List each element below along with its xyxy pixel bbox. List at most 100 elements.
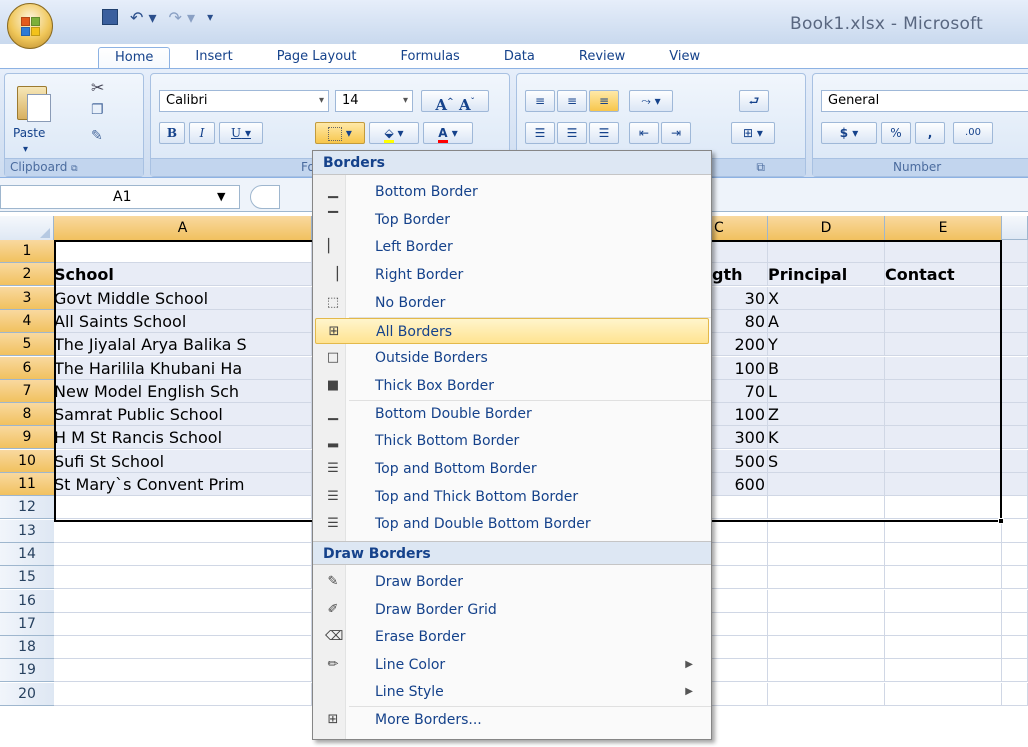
cell-f3[interactable] — [1002, 286, 1028, 310]
menu-item-draw-border[interactable]: ✎ Draw Border — [315, 569, 709, 595]
cell-f4[interactable] — [1002, 309, 1028, 333]
align-center-icon[interactable]: ☰ — [557, 122, 587, 144]
row-header-11[interactable]: 11 — [0, 473, 54, 496]
cell-a4[interactable]: All Saints School — [54, 309, 312, 333]
cell-f6[interactable] — [1002, 356, 1028, 380]
tab-view[interactable]: View — [658, 47, 711, 69]
row-header-7[interactable]: 7 — [0, 379, 54, 403]
row-header-8[interactable]: 8 — [0, 403, 54, 427]
cell-f11[interactable] — [1002, 473, 1028, 496]
menu-item-top-and-thick-bottom-border[interactable]: ☰ Top and Thick Bottom Border — [315, 484, 709, 510]
cell-e3[interactable] — [885, 286, 1002, 310]
cell-a20[interactable] — [54, 682, 312, 706]
cell-c14[interactable] — [712, 542, 768, 566]
name-box-dropdown-icon[interactable]: ▼ — [217, 186, 225, 208]
cell-f10[interactable] — [1002, 449, 1028, 473]
cell-c20[interactable] — [712, 682, 768, 706]
cell-a5[interactable]: The Jiyalal Arya Balika S — [54, 333, 312, 357]
menu-item-top-border[interactable]: ▔ Top Border — [315, 207, 709, 233]
cell-e2[interactable]: Contact — [885, 263, 1002, 287]
percent-button[interactable]: % — [881, 122, 911, 144]
cell-d2[interactable]: Principal — [768, 263, 885, 287]
font-size-field[interactable]: 14 ▾ — [335, 90, 413, 112]
name-box[interactable]: A1 ▼ — [0, 185, 240, 209]
column-header-a[interactable]: A — [54, 216, 312, 240]
cell-a7[interactable]: New Model English Sch — [54, 379, 312, 403]
menu-item-outside-borders[interactable]: □ Outside Borders — [315, 345, 709, 371]
cell-d17[interactable] — [768, 612, 885, 636]
cell-c1[interactable] — [712, 240, 768, 263]
cell-c11[interactable]: 600 — [712, 473, 768, 496]
menu-item-left-border[interactable]: ▏ Left Border — [315, 234, 709, 260]
cell-c18[interactable] — [712, 636, 768, 660]
cell-d20[interactable] — [768, 682, 885, 706]
cell-d14[interactable] — [768, 542, 885, 566]
wrap-text-icon[interactable]: ⮐ — [739, 90, 769, 112]
cell-c3[interactable]: 30 — [712, 286, 768, 310]
borders-button[interactable]: ▾ — [315, 122, 365, 144]
customize-qat-icon[interactable]: ▾ — [207, 10, 213, 24]
cell-e10[interactable] — [885, 449, 1002, 473]
align-bottom-icon[interactable]: ≡ — [589, 90, 619, 112]
cell-c16[interactable] — [712, 589, 768, 613]
decrease-indent-icon[interactable]: ⇤ — [629, 122, 659, 144]
currency-button[interactable]: $ ▾ — [821, 122, 877, 144]
row-header-10[interactable]: 10 — [0, 449, 54, 473]
dialog-launcher-icon[interactable]: ⧉ — [71, 164, 77, 174]
menu-item-top-and-double-bottom-border[interactable]: ☰ Top and Double Bottom Border — [315, 511, 709, 537]
align-left-icon[interactable]: ☰ — [525, 122, 555, 144]
row-header-4[interactable]: 4 — [0, 309, 54, 333]
cell-e16[interactable] — [885, 589, 1002, 613]
cell-d13[interactable] — [768, 519, 885, 543]
undo-icon[interactable]: ↶ ▾ — [130, 8, 157, 27]
row-header-5[interactable]: 5 — [0, 333, 54, 357]
cell-c17[interactable] — [712, 612, 768, 636]
cell-f17[interactable] — [1002, 612, 1028, 636]
orientation-icon[interactable]: ⤳ ▾ — [629, 90, 673, 112]
cell-d6[interactable]: B — [768, 356, 885, 380]
menu-item-right-border[interactable]: ▕ Right Border — [315, 262, 709, 288]
cell-e13[interactable] — [885, 519, 1002, 543]
cell-e6[interactable] — [885, 356, 1002, 380]
cell-d3[interactable]: X — [768, 286, 885, 310]
cell-a12[interactable] — [54, 496, 312, 520]
tab-formulas[interactable]: Formulas — [389, 47, 470, 69]
cell-c8[interactable]: 100 — [712, 403, 768, 427]
cell-d7[interactable]: L — [768, 379, 885, 403]
menu-item-draw-border-grid[interactable]: ✐ Draw Border Grid — [315, 597, 709, 623]
cell-f1[interactable] — [1002, 240, 1028, 263]
cell-a2[interactable]: School — [54, 263, 312, 287]
copy-icon[interactable]: ❐ — [91, 102, 104, 118]
align-top-icon[interactable]: ≡ — [525, 90, 555, 112]
cell-f19[interactable] — [1002, 659, 1028, 683]
row-header-3[interactable]: 3 — [0, 286, 54, 310]
cell-f14[interactable] — [1002, 542, 1028, 566]
column-header-c[interactable]: C — [712, 216, 768, 240]
cell-a6[interactable]: The Harilila Khubani Ha — [54, 356, 312, 380]
cell-d9[interactable]: K — [768, 426, 885, 450]
cell-e1[interactable] — [885, 240, 1002, 263]
cut-icon[interactable]: ✂ — [91, 78, 104, 97]
menu-item-line-color[interactable]: ✏ Line Color ▶ — [315, 652, 709, 678]
comma-button[interactable]: , — [915, 122, 945, 144]
cell-f8[interactable] — [1002, 403, 1028, 427]
cell-d5[interactable]: Y — [768, 333, 885, 357]
save-icon[interactable] — [102, 9, 118, 25]
row-header-14[interactable]: 14 — [0, 542, 54, 566]
cell-e11[interactable] — [885, 473, 1002, 496]
column-header-d[interactable]: D — [768, 216, 885, 240]
format-painter-icon[interactable]: ✎ — [91, 128, 103, 144]
merge-center-icon[interactable]: ⊞ ▾ — [731, 122, 775, 144]
grow-shrink-font-button[interactable]: A^ Aˇ — [421, 90, 489, 114]
cell-c4[interactable]: 80 — [712, 309, 768, 333]
paste-icon[interactable] — [13, 80, 53, 124]
row-header-12[interactable]: 12 — [0, 496, 54, 520]
row-header-9[interactable]: 9 — [0, 426, 54, 450]
cell-c15[interactable] — [712, 566, 768, 590]
tab-page-layout[interactable]: Page Layout — [266, 47, 368, 69]
font-color-button[interactable]: A ▾ — [423, 122, 473, 144]
cell-e15[interactable] — [885, 566, 1002, 590]
cell-d8[interactable]: Z — [768, 403, 885, 427]
cell-a19[interactable] — [54, 659, 312, 683]
cell-f12[interactable] — [1002, 496, 1028, 520]
